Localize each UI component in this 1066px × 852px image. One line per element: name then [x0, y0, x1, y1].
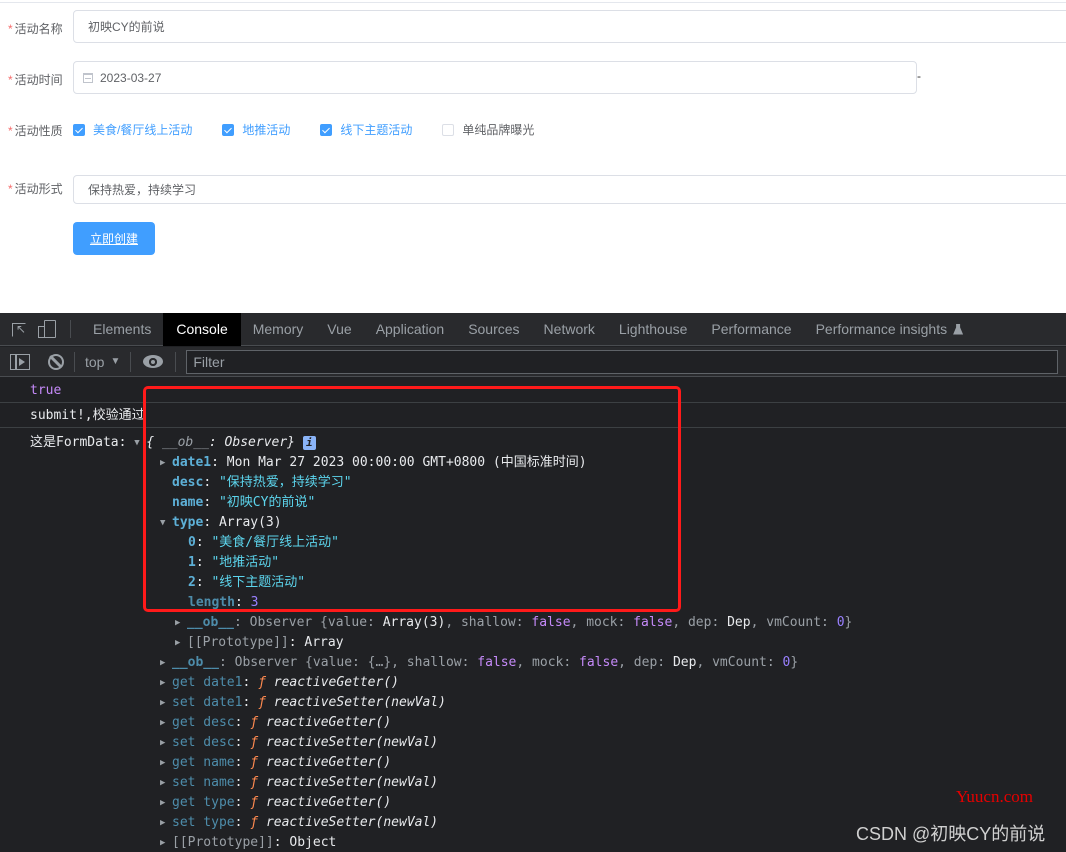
tree-item-date1[interactable]: ▶ date1: Mon Mar 27 2023 00:00:00 GMT+080… — [160, 453, 587, 473]
tab-performance[interactable]: Performance — [699, 313, 803, 346]
divider — [0, 2, 1066, 3]
tree-item-array-ob[interactable]: ▶ __ob__: Observer {value: Array(3), shal… — [175, 613, 852, 633]
tree-item-name: name: "初映CY的前说" — [172, 495, 316, 510]
tab-vue[interactable]: Vue — [315, 313, 363, 346]
divider — [70, 320, 71, 338]
expand-triangle-open-icon[interactable]: ▼ — [134, 433, 146, 453]
show-sidebar-icon[interactable] — [10, 353, 30, 370]
experiment-flask-icon — [953, 323, 964, 335]
expand-triangle-icon[interactable]: ▶ — [175, 613, 187, 633]
array-item: 1: "地推活动" — [188, 555, 280, 570]
expand-triangle-open-icon[interactable]: ▼ — [160, 513, 172, 533]
expand-triangle-icon[interactable]: ▶ — [160, 753, 172, 773]
checkbox-ground-promo[interactable]: 地推活动 — [222, 121, 290, 138]
activity-name-input[interactable]: 初映CY的前说 — [73, 10, 1066, 43]
tree-item-array-prototype[interactable]: ▶ [[Prototype]]: Array — [175, 633, 344, 653]
tab-elements[interactable]: Elements — [81, 313, 163, 346]
label-activity-form: * 活动形式 — [8, 182, 63, 196]
tab-console[interactable]: Console — [163, 312, 241, 346]
divider — [175, 351, 177, 372]
console-output: true submit!,校验通过 这是FormData: ▼{ __ob__:… — [0, 378, 1066, 852]
tab-performance-insights[interactable]: Performance insights — [804, 313, 976, 346]
expand-triangle-icon[interactable]: ▶ — [160, 793, 172, 813]
expand-triangle-icon[interactable]: ▶ — [160, 693, 172, 713]
checkbox-checked-icon[interactable] — [73, 123, 85, 136]
tab-application[interactable]: Application — [364, 313, 457, 346]
label-activity-type: * 活动性质 — [8, 124, 63, 138]
tree-item-desc: desc: "保持热爱，持续学习" — [172, 475, 352, 490]
checkbox-checked-icon[interactable] — [320, 123, 333, 136]
checkbox-food-online[interactable]: 美食/餐厅线上活动 — [73, 121, 192, 138]
expand-triangle-icon[interactable]: ▶ — [160, 813, 172, 833]
console-toolbar: top ▼ Filter — [0, 347, 1066, 377]
checkbox-unchecked-icon[interactable] — [442, 123, 455, 136]
label-activity-time: * 活动时间 — [8, 73, 63, 87]
create-now-button[interactable]: 立即创建 — [73, 222, 155, 255]
author-watermark: CSDN @初映CY的前说 — [856, 824, 1046, 844]
accessor-row[interactable]: ▶ get type: ƒ reactiveGetter() — [160, 793, 391, 813]
expand-triangle-icon[interactable]: ▶ — [160, 773, 172, 793]
devtools-panel: Elements Console Memory Vue Application … — [0, 312, 1066, 852]
accessor-row[interactable]: ▶ set name: ƒ reactiveSetter(newVal) — [160, 773, 438, 793]
expand-triangle-icon[interactable]: ▶ — [160, 453, 172, 473]
calendar-icon — [83, 72, 93, 83]
checkbox-offline-theme[interactable]: 线下主题活动 — [320, 121, 412, 138]
tab-lighthouse[interactable]: Lighthouse — [607, 313, 700, 346]
array-item: 0: "美食/餐厅线上活动" — [188, 535, 339, 550]
tree-item-object-prototype[interactable]: ▶ [[Prototype]]: Object — [160, 833, 336, 852]
tab-network[interactable]: Network — [532, 313, 607, 346]
console-message: true — [0, 378, 1066, 403]
checkbox-checked-icon[interactable] — [222, 123, 235, 136]
context-selector[interactable]: top ▼ — [85, 354, 120, 370]
expand-triangle-icon[interactable]: ▶ — [175, 633, 187, 653]
devtools-tabbar: Elements Console Memory Vue Application … — [0, 312, 1066, 346]
expand-triangle-icon[interactable]: ▶ — [160, 733, 172, 753]
expand-triangle-icon[interactable]: ▶ — [160, 713, 172, 733]
accessor-row[interactable]: ▶ set desc: ƒ reactiveSetter(newVal) — [160, 733, 438, 753]
tab-memory[interactable]: Memory — [241, 313, 316, 346]
site-watermark: Yuucn.com — [956, 787, 1033, 806]
activity-type-checkbox-group: 美食/餐厅线上活动 地推活动 线下主题活动 单纯品牌曝光 — [73, 121, 564, 138]
accessor-row[interactable]: ▶ get name: ƒ reactiveGetter() — [160, 753, 391, 773]
activity-form: * 活动名称 初映CY的前说 * 活动时间 2023-03-27 - * 活动性质 美… — [0, 0, 1066, 313]
array-item: 2: "线下主题活动" — [188, 575, 306, 590]
console-message-formdata: 这是FormData: ▼{ __ob__: Observer} i — [30, 433, 316, 453]
activity-desc-input[interactable]: 保持热爱，持续学习 — [73, 175, 1066, 204]
expand-triangle-icon[interactable]: ▶ — [160, 833, 172, 852]
inspect-element-icon[interactable] — [12, 323, 26, 337]
tab-sources[interactable]: Sources — [456, 313, 531, 346]
expand-triangle-icon[interactable]: ▶ — [160, 673, 172, 693]
divider — [74, 351, 75, 372]
tree-item-type[interactable]: ▼ type: Array(3) — [160, 513, 282, 533]
accessor-row[interactable]: ▶ set type: ƒ reactiveSetter(newVal) — [160, 813, 438, 833]
accessor-row[interactable]: ▶ get desc: ƒ reactiveGetter() — [160, 713, 391, 733]
divider — [130, 351, 132, 372]
date-range-separator: - — [917, 69, 921, 83]
clear-console-icon[interactable] — [48, 353, 64, 370]
activity-date-picker[interactable]: 2023-03-27 — [73, 61, 917, 94]
info-icon[interactable]: i — [302, 436, 316, 450]
expand-triangle-icon[interactable]: ▶ — [160, 653, 172, 673]
console-message: submit!,校验通过 — [0, 403, 1066, 428]
live-expression-eye-icon[interactable] — [143, 355, 164, 368]
accessor-row[interactable]: ▶ set date1: ƒ reactiveSetter(newVal) — [160, 693, 446, 713]
console-filter-input[interactable]: Filter — [186, 349, 1059, 374]
label-activity-name: * 活动名称 — [8, 22, 63, 36]
accessor-row[interactable]: ▶ get date1: ƒ reactiveGetter() — [160, 673, 399, 693]
tree-item-object-ob[interactable]: ▶ __ob__: Observer {value: {…}, shallow: … — [160, 653, 798, 673]
array-length: length: 3 — [188, 595, 259, 610]
dropdown-caret-icon: ▼ — [110, 356, 121, 367]
checkbox-brand-exposure[interactable]: 单纯品牌曝光 — [442, 121, 534, 138]
device-toolbar-icon[interactable] — [38, 320, 56, 338]
